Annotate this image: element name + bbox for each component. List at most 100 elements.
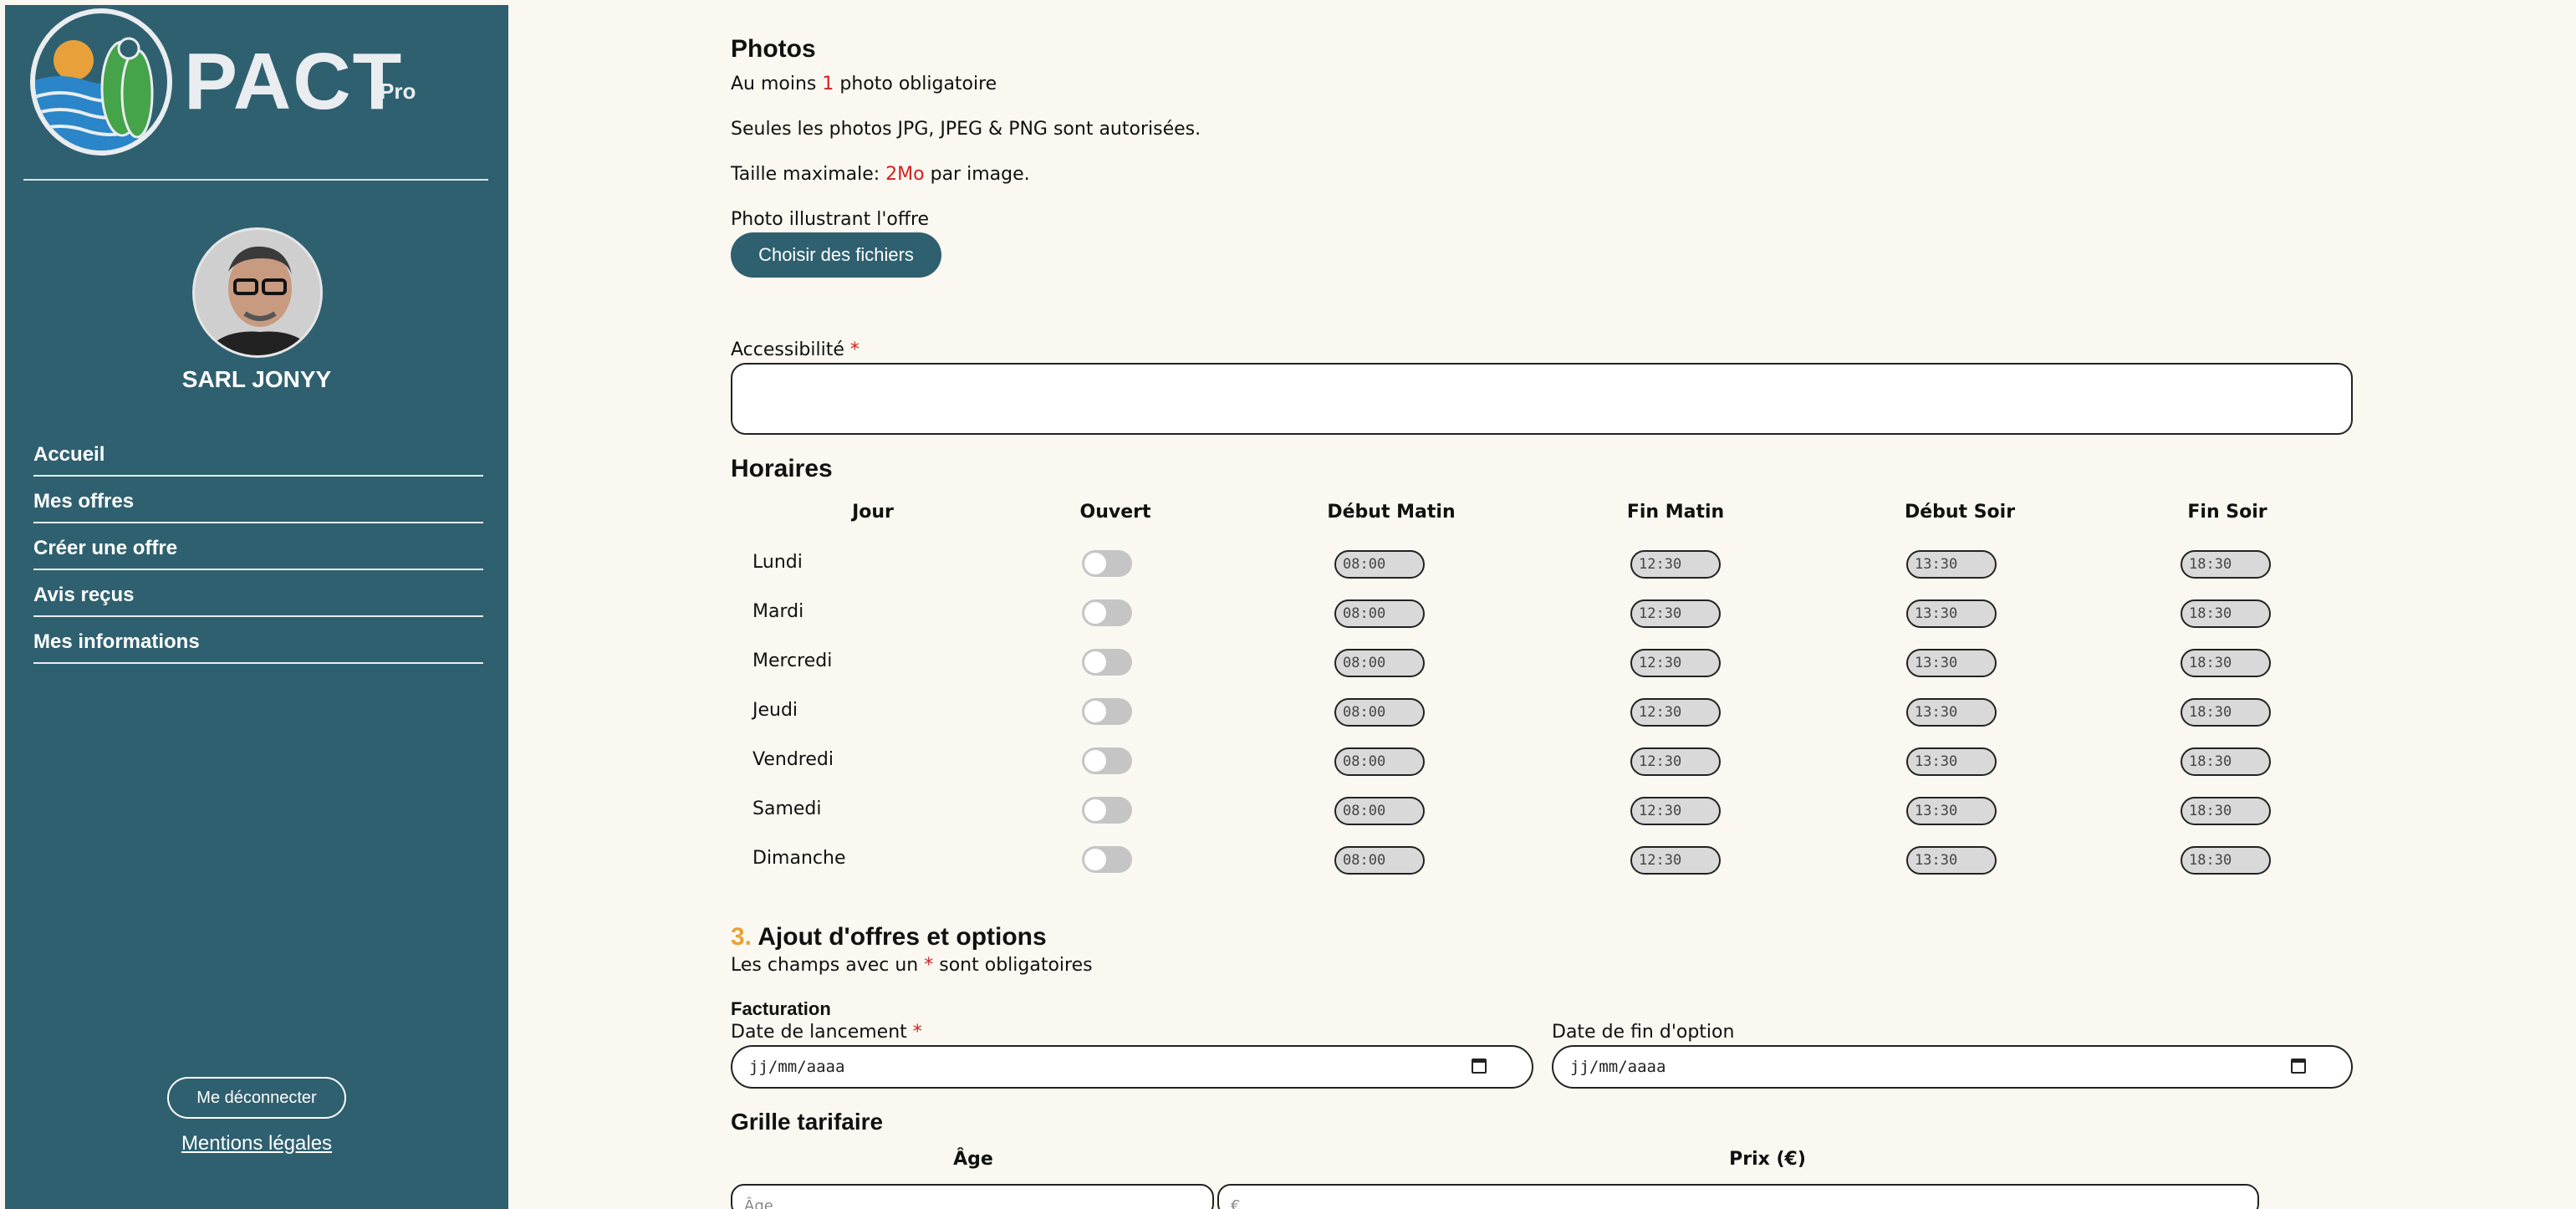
photo-field-label: Photo illustrant l'offre <box>731 209 930 230</box>
hours-row-lundi: Lundi 08:00 12:30 13:30 18:30 <box>731 550 2353 584</box>
pricing-title: Grille tarifaire <box>731 1109 884 1135</box>
am-end-input-mardi[interactable]: 12:30 <box>1630 599 1721 628</box>
pm-start-input-vendredi[interactable]: 13:30 <box>1906 747 1997 776</box>
pm-end-input-vendredi[interactable]: 18:30 <box>2181 747 2271 776</box>
pm-start-input-mercredi[interactable]: 13:30 <box>1906 649 1997 677</box>
note-prefix: Les champs avec un <box>731 955 925 976</box>
header-debut-soir: Début Soir <box>1904 502 2016 523</box>
photos-formats-note: Seules les photos JPG, JPEG & PNG sont a… <box>731 119 1201 140</box>
sidebar-item-mes-offres[interactable]: Mes offres <box>33 477 483 523</box>
logo-text: PACT <box>184 37 404 126</box>
photos-min-suffix: photo obligatoire <box>834 74 997 94</box>
section-3-title: 3. Ajout d'offres et options <box>731 923 1047 951</box>
am-end-input-dimanche[interactable]: 12:30 <box>1630 846 1721 875</box>
open-toggle-mercredi[interactable] <box>1082 649 1132 676</box>
launch-date-input[interactable]: jj/mm/aaaa <box>731 1045 1533 1089</box>
day-label: Mercredi <box>752 650 833 671</box>
launch-date-placeholder: jj/mm/aaaa <box>749 1058 845 1076</box>
open-toggle-mardi[interactable] <box>1082 599 1132 626</box>
pm-end-input-dimanche[interactable]: 18:30 <box>2181 846 2271 875</box>
choose-files-button[interactable]: Choisir des fichiers <box>731 232 941 278</box>
am-start-input-dimanche[interactable]: 08:00 <box>1334 846 1425 875</box>
open-toggle-dimanche[interactable] <box>1082 846 1132 873</box>
photos-title: Photos <box>731 35 816 63</box>
header-fin-soir: Fin Soir <box>2187 502 2267 523</box>
am-end-input-vendredi[interactable]: 12:30 <box>1630 747 1721 776</box>
am-start-input-vendredi[interactable]: 08:00 <box>1334 747 1425 776</box>
accessibility-label-text: Accessibilité <box>731 339 844 360</box>
day-label: Vendredi <box>752 749 834 770</box>
calendar-icon[interactable] <box>2291 1059 2306 1074</box>
calendar-icon[interactable] <box>1472 1059 1487 1074</box>
am-start-input-mercredi[interactable]: 08:00 <box>1334 649 1425 677</box>
end-date-placeholder: jj/mm/aaaa <box>1570 1058 1666 1076</box>
day-label: Jeudi <box>752 700 798 721</box>
note-suffix: sont obligatoires <box>933 955 1093 976</box>
note-mark: * <box>924 955 934 976</box>
hours-title: Horaires <box>731 455 833 482</box>
sidebar-nav: Accueil Mes offres Créer une offre Avis … <box>33 430 483 664</box>
hours-row-jeudi: Jeudi 08:00 12:30 13:30 18:30 <box>731 698 2353 732</box>
accessibility-textarea[interactable] <box>731 363 2353 435</box>
sidebar-item-creer-offre[interactable]: Créer une offre <box>33 523 483 570</box>
sidebar: PACT Pro SARL JONYY Accueil Mes offres C… <box>5 5 508 1209</box>
end-date-input[interactable]: jj/mm/aaaa <box>1552 1045 2353 1089</box>
launch-date-label-text: Date de lancement <box>731 1022 907 1043</box>
hours-row-dimanche: Dimanche 08:00 12:30 13:30 18:30 <box>731 846 2353 880</box>
hours-row-mardi: Mardi 08:00 12:30 13:30 18:30 <box>731 599 2353 633</box>
pm-start-input-lundi[interactable]: 13:30 <box>1906 550 1997 579</box>
hours-row-mercredi: Mercredi 08:00 12:30 13:30 18:30 <box>731 649 2353 682</box>
pm-end-input-jeudi[interactable]: 18:30 <box>2181 698 2271 727</box>
avatar <box>192 227 323 358</box>
billing-title: Facturation <box>731 998 831 1019</box>
sidebar-item-avis-recus[interactable]: Avis reçus <box>33 570 483 617</box>
pact-logo[interactable]: PACT Pro <box>23 5 492 164</box>
open-toggle-vendredi[interactable] <box>1082 747 1132 774</box>
am-end-input-mercredi[interactable]: 12:30 <box>1630 649 1721 677</box>
hours-row-vendredi: Vendredi 08:00 12:30 13:30 18:30 <box>731 747 2353 781</box>
pm-start-input-jeudi[interactable]: 13:30 <box>1906 698 1997 727</box>
sidebar-divider <box>23 179 488 181</box>
pm-end-input-lundi[interactable]: 18:30 <box>2181 550 2271 579</box>
am-start-input-jeudi[interactable]: 08:00 <box>1334 698 1425 727</box>
sidebar-item-accueil[interactable]: Accueil <box>33 430 483 477</box>
open-toggle-samedi[interactable] <box>1082 797 1132 824</box>
pm-end-input-mercredi[interactable]: 18:30 <box>2181 649 2271 677</box>
day-label: Dimanche <box>752 848 846 869</box>
photos-min-count: 1 <box>822 74 834 94</box>
pm-end-input-mardi[interactable]: 18:30 <box>2181 599 2271 628</box>
legal-link[interactable]: Mentions légales <box>5 1132 508 1155</box>
pm-start-input-dimanche[interactable]: 13:30 <box>1906 846 1997 875</box>
pm-end-input-samedi[interactable]: 18:30 <box>2181 797 2271 825</box>
cicada-logo-icon <box>30 8 172 156</box>
day-label: Mardi <box>752 601 804 622</box>
accessibility-label: Accessibilité * <box>731 339 860 360</box>
launch-required-mark: * <box>912 1022 922 1043</box>
day-label: Samedi <box>752 798 822 819</box>
header-fin-matin: Fin Matin <box>1626 502 1725 523</box>
photos-min-note: Au moins 1 photo obligatoire <box>731 74 997 94</box>
pm-start-input-mardi[interactable]: 13:30 <box>1906 599 1997 628</box>
sidebar-item-mes-informations[interactable]: Mes informations <box>33 617 483 664</box>
am-end-input-jeudi[interactable]: 12:30 <box>1630 698 1721 727</box>
hours-row-samedi: Samedi 08:00 12:30 13:30 18:30 <box>731 797 2353 830</box>
section-number: 3. <box>731 923 752 951</box>
open-toggle-jeudi[interactable] <box>1082 698 1132 725</box>
logout-button[interactable]: Me déconnecter <box>167 1077 346 1119</box>
open-toggle-lundi[interactable] <box>1082 550 1132 577</box>
photos-min-prefix: Au moins <box>731 74 823 94</box>
am-start-input-mardi[interactable]: 08:00 <box>1334 599 1425 628</box>
age-input[interactable]: Âge <box>731 1184 1214 1209</box>
pm-start-input-samedi[interactable]: 13:30 <box>1906 797 1997 825</box>
end-date-label: Date de fin d'option <box>1552 1022 1735 1043</box>
am-start-input-samedi[interactable]: 08:00 <box>1334 797 1425 825</box>
header-debut-matin: Début Matin <box>1327 502 1456 523</box>
age-header: Âge <box>953 1149 993 1170</box>
header-jour: Jour <box>852 502 894 523</box>
price-input[interactable]: € <box>1217 1184 2259 1209</box>
am-end-input-lundi[interactable]: 12:30 <box>1630 550 1721 579</box>
am-start-input-lundi[interactable]: 08:00 <box>1334 550 1425 579</box>
am-end-input-samedi[interactable]: 12:30 <box>1630 797 1721 825</box>
photos-size-note: Taille maximale: 2Mo par image. <box>731 164 1030 185</box>
section-title-text: Ajout d'offres et options <box>752 923 1047 951</box>
